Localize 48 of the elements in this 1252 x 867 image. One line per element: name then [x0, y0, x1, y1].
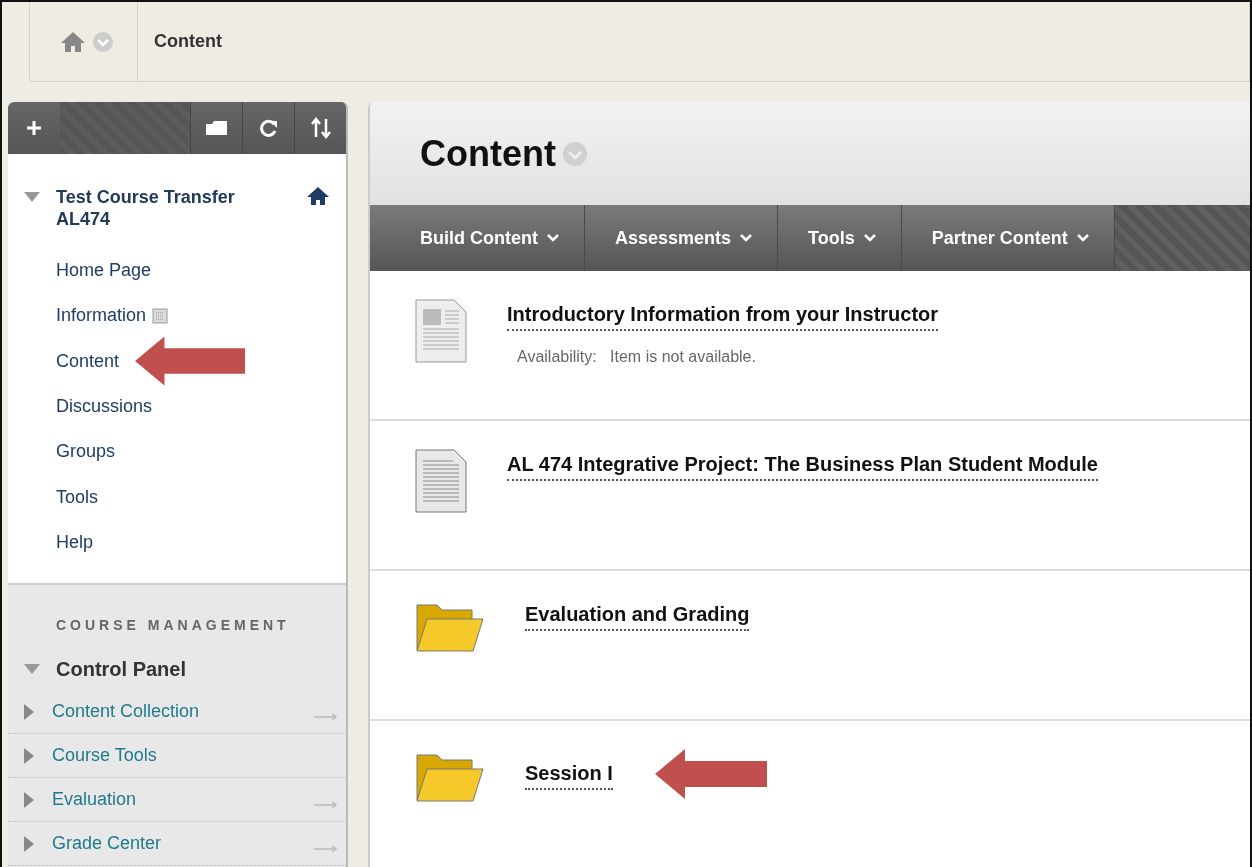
control-panel-heading[interactable]: Control Panel — [56, 654, 186, 685]
document-icon — [415, 299, 467, 363]
sort-arrows-icon — [309, 117, 332, 139]
dropdown-icon — [92, 30, 114, 53]
plus-icon — [25, 119, 43, 137]
chevron-down-icon — [862, 233, 877, 243]
expand-triangle-icon — [24, 835, 34, 852]
control-panel-link[interactable]: Content Collection — [52, 698, 200, 726]
right-arrow-icon — [314, 712, 338, 721]
content-item-link[interactable]: Introductory Information from your Instructor — [507, 299, 939, 331]
course-menu-link[interactable]: Information — [56, 302, 147, 330]
menu-button[interactable]: Build Content — [370, 205, 585, 271]
expand-triangle-icon — [24, 747, 34, 764]
control-panel-link[interactable]: Evaluation — [52, 786, 137, 814]
chevron-down-icon — [739, 233, 754, 243]
course-menu-link[interactable]: Help — [56, 528, 94, 556]
breadcrumb-text[interactable]: Content — [138, 28, 222, 55]
course-menu-link[interactable]: Home Page — [56, 257, 152, 285]
course-title[interactable]: Test Course Transfer AL474 — [56, 186, 276, 230]
course-menu-link[interactable]: Discussions — [56, 393, 153, 421]
menu-button[interactable]: Partner Content — [901, 205, 1115, 271]
home-icon — [60, 30, 86, 53]
expand-triangle-icon — [24, 791, 34, 808]
home-icon — [306, 186, 330, 206]
menu-button[interactable]: Tools — [778, 205, 902, 271]
grid-icon — [152, 307, 169, 324]
refresh-icon — [258, 118, 279, 138]
expand-triangle-icon — [24, 703, 34, 720]
dropdown-icon — [561, 140, 588, 167]
page-title: Content — [420, 131, 556, 176]
folder-icon — [204, 118, 229, 138]
right-arrow-icon — [314, 800, 338, 809]
expand-triangle-icon — [24, 192, 40, 202]
content-item-link[interactable]: AL 474 Integrative Project: The Business Plan Student Module — [507, 449, 1098, 481]
chevron-down-icon — [546, 233, 560, 243]
document-icon — [415, 449, 467, 513]
course-menu-link[interactable]: Tools — [56, 483, 99, 511]
content-item-link[interactable]: Evaluation and Grading — [525, 599, 750, 631]
course-menu-link[interactable]: Content — [56, 347, 120, 375]
content-item-link[interactable]: Session I — [525, 758, 613, 790]
chevron-down-icon — [1075, 233, 1090, 243]
control-panel-link[interactable]: Grade Center — [52, 830, 162, 858]
control-panel-link[interactable]: Course Tools — [52, 742, 157, 770]
course-menu-link[interactable]: Groups — [56, 438, 116, 466]
availability-text: Availability: Item is not available. — [517, 347, 757, 367]
right-arrow-icon — [314, 844, 338, 853]
section-heading: COURSE MANAGEMENT — [55, 616, 291, 636]
menu-button[interactable]: Assessments — [585, 205, 779, 271]
